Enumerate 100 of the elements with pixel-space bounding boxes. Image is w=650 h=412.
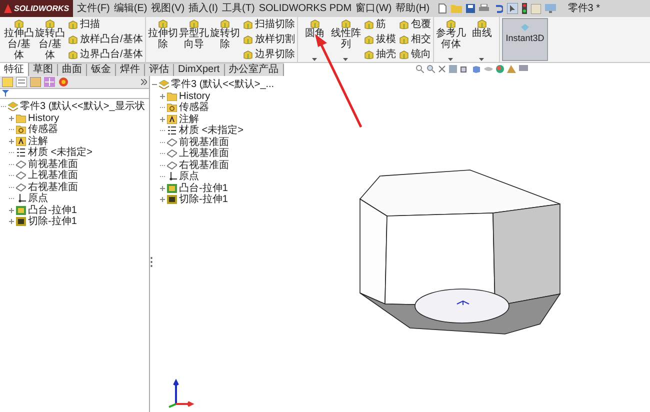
- ribbon-button[interactable]: 镜向: [398, 48, 431, 60]
- tree-item[interactable]: 右视基准面: [179, 160, 229, 171]
- menu-item[interactable]: 视图(V): [151, 1, 185, 16]
- expand-toggle-icon[interactable]: [9, 208, 14, 213]
- feature-icon: [446, 19, 456, 28]
- print-icon[interactable]: [478, 4, 489, 13]
- tree-item[interactable]: 前视基准面: [28, 158, 78, 170]
- ribbon-button[interactable]: 相交: [398, 34, 431, 46]
- cursor-icon[interactable]: [506, 3, 518, 14]
- ribbon-button[interactable]: 拉伸凸台/基体: [4, 17, 34, 62]
- ribbon-button[interactable]: 边界凸台/基体: [68, 48, 143, 60]
- ribbon-button[interactable]: 筋: [364, 18, 396, 30]
- tree-item[interactable]: 上视基准面: [179, 148, 229, 160]
- ribbon-button[interactable]: 拔模: [364, 34, 396, 46]
- expand-toggle-icon[interactable]: [9, 138, 14, 144]
- ribbon-button[interactable]: 扫描: [68, 18, 143, 30]
- ribbon-button[interactable]: 扫描切除: [242, 18, 295, 30]
- folder-icon: [16, 114, 26, 123]
- ribbon-button[interactable]: 放样切割: [242, 34, 295, 46]
- filter-field[interactable]: [0, 89, 149, 99]
- dropdown-caret-icon[interactable]: [479, 58, 484, 61]
- tree-item[interactable]: 原点: [179, 171, 199, 182]
- ribbon-button[interactable]: 抽壳: [364, 48, 396, 60]
- tree-item[interactable]: 传感器: [179, 102, 209, 114]
- tree-item[interactable]: 上视基准面: [28, 170, 78, 182]
- annotation-icon: [167, 114, 177, 124]
- ribbon-button[interactable]: 包覆: [398, 18, 431, 30]
- tree-item[interactable]: 注解: [179, 114, 199, 125]
- tree-item[interactable]: History: [28, 112, 60, 124]
- tree-item[interactable]: 前视基准面: [179, 136, 229, 148]
- expand-toggle-icon[interactable]: [9, 219, 14, 224]
- menu-item[interactable]: SOLIDWORKS PDM: [258, 1, 352, 16]
- menu-item[interactable]: 工具(T): [222, 1, 255, 16]
- tree-item[interactable]: 零件3 (默认<<默认>_...: [171, 79, 274, 90]
- logo-icon: [4, 4, 12, 13]
- feature-icon: [158, 19, 168, 28]
- save-icon[interactable]: [466, 4, 475, 13]
- traffic-light-icon[interactable]: [522, 3, 527, 14]
- tab[interactable]: 草图: [29, 64, 58, 76]
- tree-item[interactable]: 凸台-拉伸1: [179, 182, 228, 194]
- expand-toggle-icon[interactable]: [160, 197, 165, 202]
- menu-item[interactable]: 插入(I): [188, 1, 218, 16]
- hide-show-icon[interactable]: [484, 65, 493, 73]
- menu-item[interactable]: 编辑(E): [114, 1, 148, 16]
- menu-item[interactable]: 帮助(H): [396, 1, 430, 16]
- ribbon-button[interactable]: 旋转切除: [210, 17, 240, 62]
- feature-icon: [45, 19, 55, 28]
- tree-item[interactable]: 切除-拉伸1: [28, 216, 77, 228]
- ribbon-button[interactable]: 圆角: [300, 17, 330, 62]
- expand-toggle-icon[interactable]: [160, 116, 165, 122]
- feature-icon: [242, 20, 253, 29]
- tree-item[interactable]: 传感器: [28, 124, 58, 136]
- appearance-ball-icon[interactable]: [496, 65, 504, 73]
- tree-item[interactable]: History: [179, 90, 210, 102]
- dropdown-caret-icon[interactable]: [448, 58, 454, 61]
- crosshair-icon[interactable]: [44, 77, 55, 87]
- tab[interactable]: 评估: [145, 64, 174, 76]
- zoom-area-icon[interactable]: [427, 65, 435, 73]
- zoom-fit-icon[interactable]: [416, 65, 424, 73]
- feature-icon: [364, 50, 374, 59]
- property-icon[interactable]: [16, 77, 27, 87]
- menu-item[interactable]: 文件(F): [77, 1, 110, 16]
- ribbon-button[interactable]: 拉伸切除: [148, 17, 178, 62]
- material-icon: [167, 126, 177, 136]
- ribbon-button[interactable]: 线性阵列: [330, 17, 361, 62]
- ribbon-button[interactable]: 旋转凸台/基体: [35, 17, 65, 62]
- expand-toggle-icon[interactable]: [9, 116, 14, 121]
- new-file-icon[interactable]: [438, 3, 447, 14]
- tree-item[interactable]: 右视基准面: [28, 182, 78, 193]
- feature-icon: [398, 50, 409, 59]
- splitter-handle[interactable]: [150, 256, 153, 268]
- tree-item[interactable]: 零件3 (默认<<默认>_显示状: [20, 101, 145, 112]
- expand-arrows-icon[interactable]: [141, 79, 147, 85]
- appearance-icon[interactable]: [58, 77, 69, 87]
- expand-toggle-icon[interactable]: [160, 94, 165, 99]
- tab[interactable]: 焊件: [116, 64, 145, 76]
- ribbon-button[interactable]: 参考几何体: [436, 17, 466, 62]
- tree-item[interactable]: 材质 <未指定>: [179, 125, 244, 136]
- collapse-toggle-icon[interactable]: [152, 82, 157, 88]
- feature-icon: [14, 19, 24, 28]
- ribbon-button[interactable]: 曲线: [466, 17, 497, 62]
- tab[interactable]: 办公室产品: [224, 64, 284, 76]
- tree-item[interactable]: 切除-拉伸1: [179, 194, 228, 206]
- tree-item[interactable]: 原点: [28, 193, 48, 204]
- ribbon-button[interactable]: 边界切除: [242, 48, 295, 60]
- tree-item[interactable]: 材质 <未指定>: [28, 147, 92, 158]
- tree-item[interactable]: 注解: [28, 136, 48, 147]
- cut-feature-icon: [167, 195, 177, 204]
- instant3d-button[interactable]: Instant3D: [502, 18, 548, 61]
- feature-icon: [340, 19, 351, 28]
- menu-item[interactable]: 窗口(W): [356, 1, 392, 16]
- dropdown-caret-icon[interactable]: [312, 58, 318, 61]
- tab[interactable]: DimXpert: [174, 64, 225, 76]
- tab[interactable]: 曲面: [58, 64, 87, 76]
- tree-item[interactable]: 凸台-拉伸1: [28, 204, 77, 216]
- dropdown-caret-icon[interactable]: [343, 58, 348, 61]
- expand-toggle-icon[interactable]: [160, 186, 165, 191]
- ribbon-button[interactable]: 放样凸台/基体: [68, 34, 143, 46]
- tab[interactable]: 钣金: [87, 64, 116, 76]
- ribbon-button[interactable]: 异型孔向导: [178, 17, 209, 62]
